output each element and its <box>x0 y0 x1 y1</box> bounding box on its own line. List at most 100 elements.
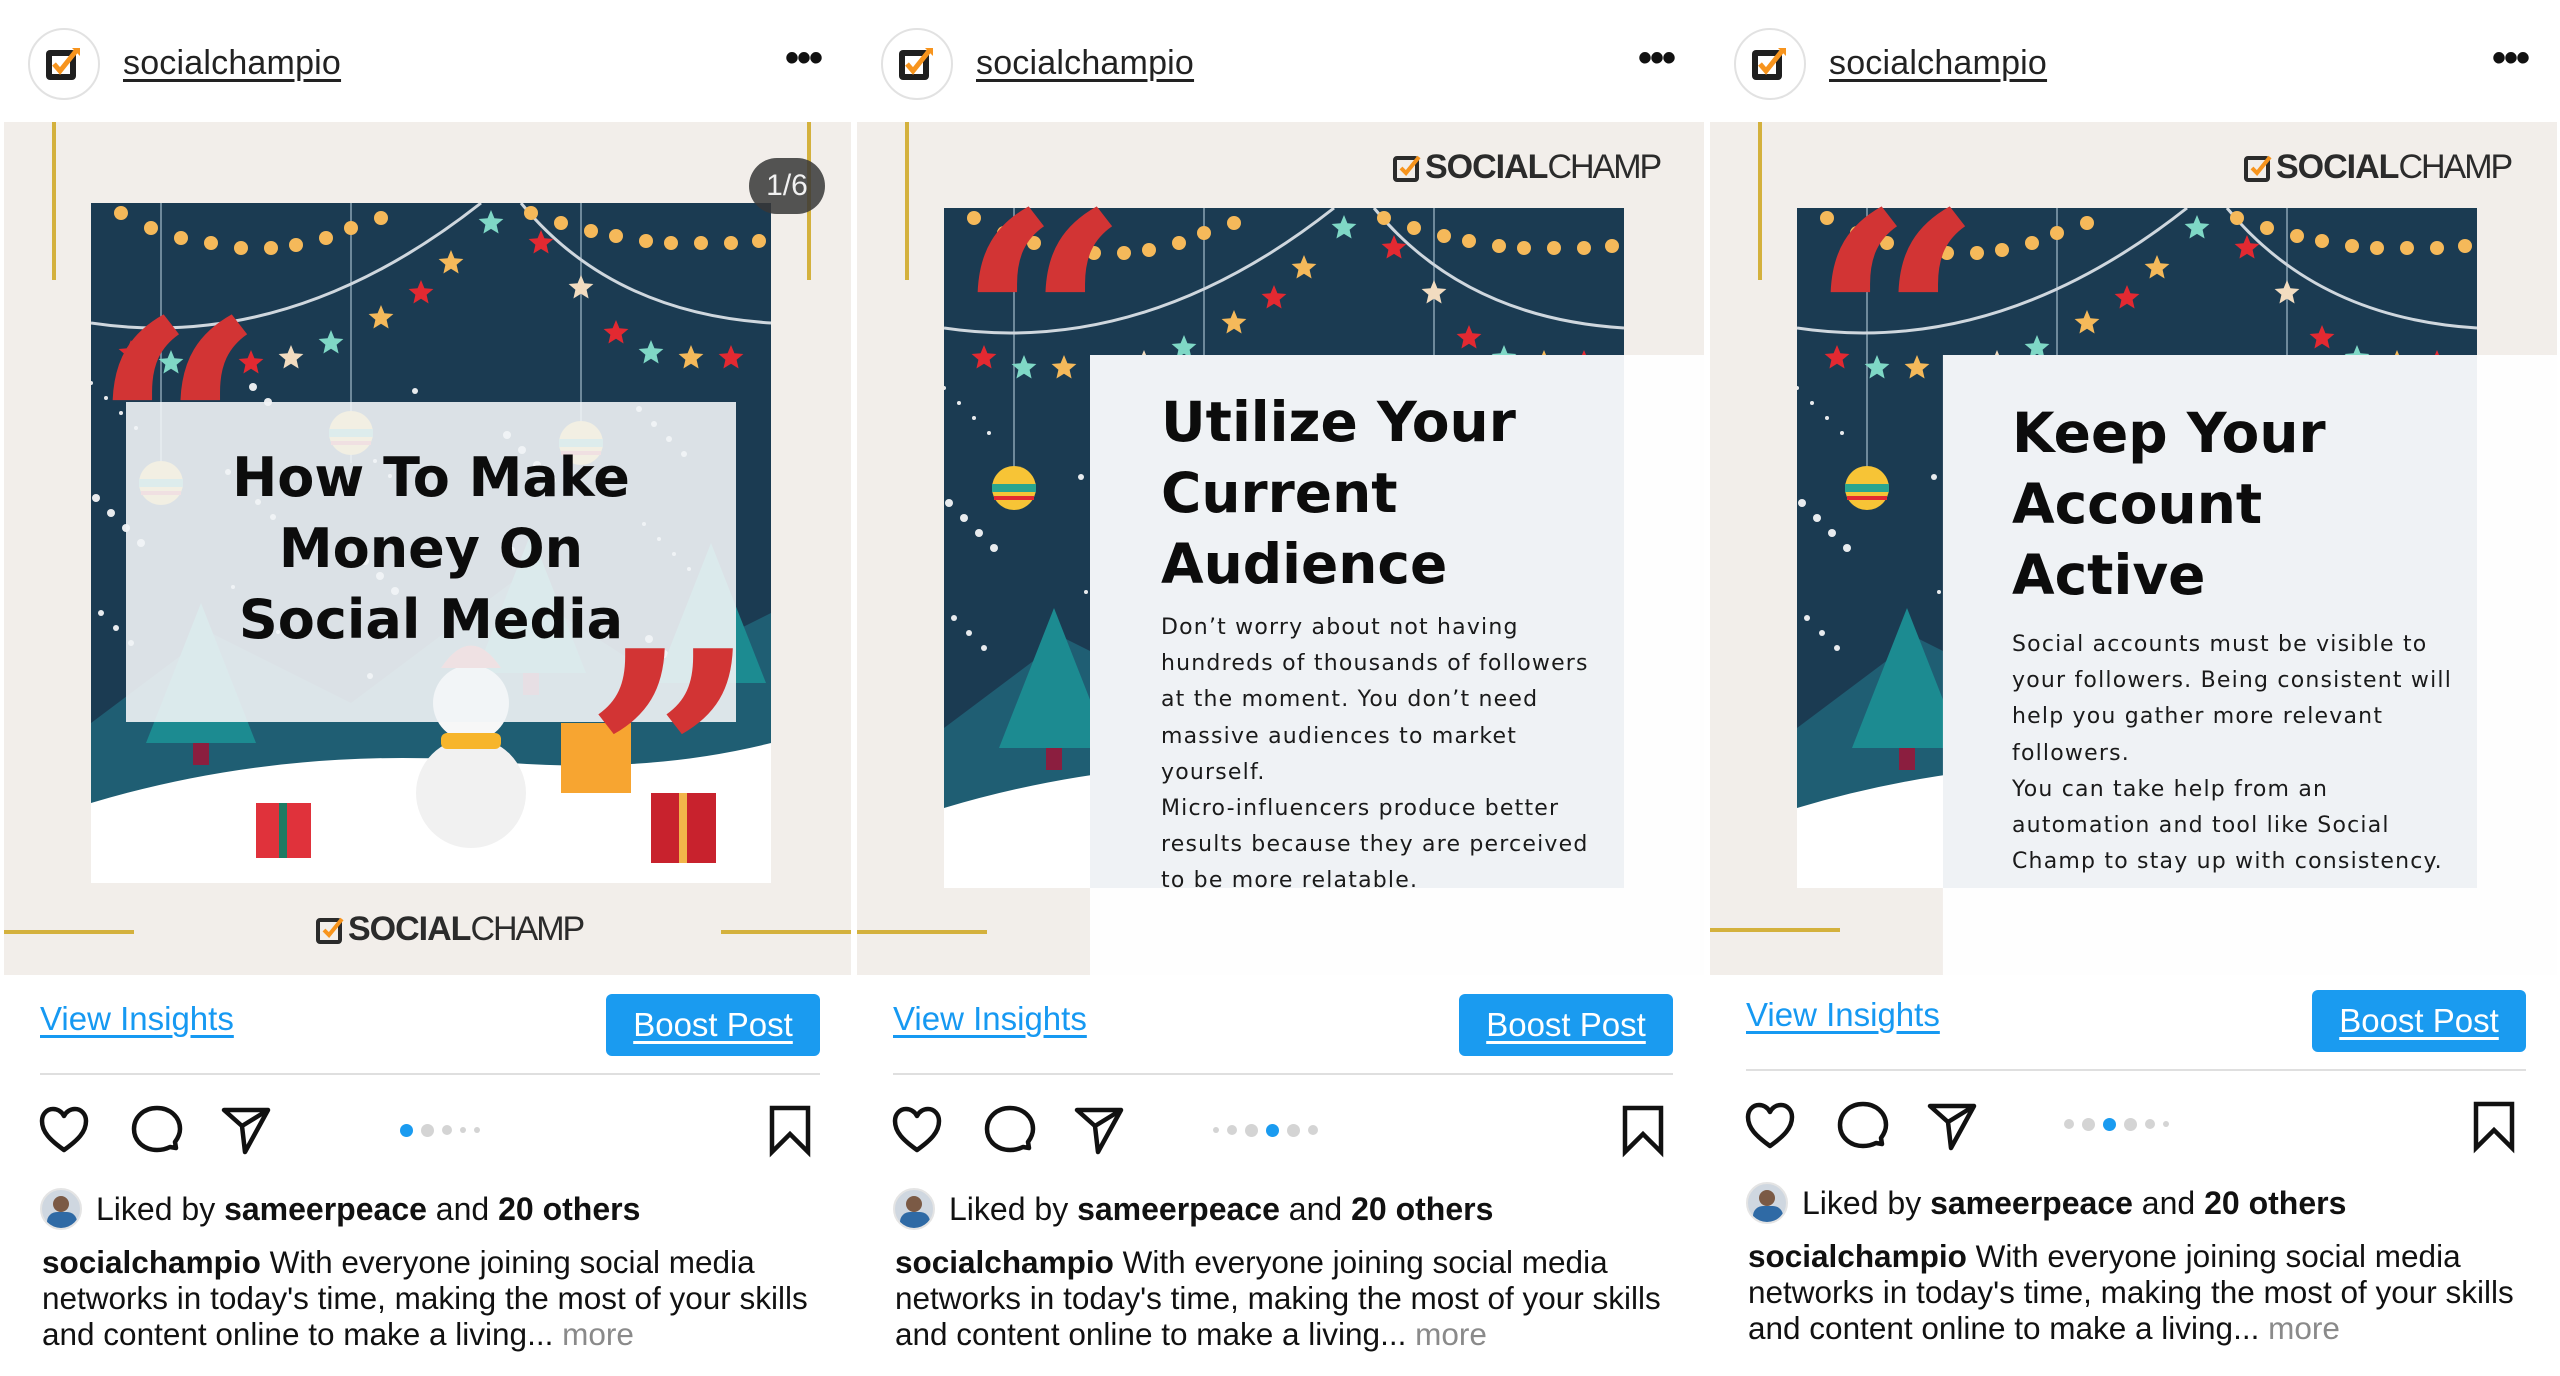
post-header: socialchampio ••• <box>0 6 853 122</box>
gift-ribbon <box>279 803 287 858</box>
liked-and-label: and <box>435 1190 490 1227</box>
socialchamp-brand-logo: SOCIAL CHAMP <box>316 910 585 949</box>
string-light-bulb <box>1492 239 1506 253</box>
liker-username[interactable]: sameerpeace <box>224 1191 427 1228</box>
caption-more-link[interactable]: more <box>562 1316 634 1352</box>
liker-avatar[interactable] <box>1746 1182 1788 1224</box>
gold-accent-line <box>905 122 909 280</box>
string-light-bulb <box>1142 243 1156 257</box>
caption-more-link[interactable]: more <box>1415 1316 1487 1352</box>
view-insights-link[interactable]: View Insights <box>40 1000 234 1038</box>
likes-others-count[interactable]: 20 others <box>498 1191 640 1228</box>
open-quote-mark: “ <box>92 255 265 608</box>
carousel-slide[interactable]: “ Keep Your Account Active Social accoun… <box>1710 122 2557 975</box>
account-avatar[interactable] <box>881 28 953 100</box>
more-options-icon[interactable]: ••• <box>2492 36 2530 81</box>
comment-icon[interactable] <box>1834 1098 1890 1154</box>
snowflake <box>981 645 987 651</box>
heart-icon[interactable] <box>1742 1098 1798 1154</box>
string-light-bulb <box>724 236 738 250</box>
boost-post-button[interactable]: Boost Post <box>2312 990 2526 1052</box>
divider <box>1746 1069 2526 1071</box>
account-avatar[interactable] <box>1734 28 1806 100</box>
gold-accent-line <box>4 930 134 934</box>
caption-author[interactable]: socialchampio <box>1748 1238 1967 1274</box>
view-insights-link[interactable]: View Insights <box>893 1000 1087 1038</box>
string-light-bulb <box>1517 241 1531 255</box>
string-light-bulb <box>694 236 708 250</box>
account-username[interactable]: socialchampio <box>1829 44 2047 83</box>
slide-body-line: to be more relatable. <box>1161 868 1419 894</box>
carousel-dot-active <box>2103 1117 2116 1131</box>
boost-post-button[interactable]: Boost Post <box>1459 994 1673 1056</box>
liker-username[interactable]: sameerpeace <box>1077 1191 1280 1228</box>
open-quote-mark: “ <box>1810 147 1983 500</box>
string-light-bulb <box>1577 241 1591 255</box>
gold-accent-line <box>1758 122 1762 280</box>
slide-body-line: Social accounts must be visible to <box>2012 632 2428 657</box>
likes-others-count[interactable]: 20 others <box>1351 1191 1493 1228</box>
more-options-icon[interactable]: ••• <box>785 36 823 81</box>
comment-icon[interactable] <box>128 1102 184 1158</box>
caption-more-link[interactable]: more <box>2268 1310 2340 1346</box>
string-light-bulb <box>2458 239 2472 253</box>
snowman-body <box>416 738 526 848</box>
share-icon[interactable] <box>1071 1102 1127 1158</box>
more-options-icon[interactable]: ••• <box>1638 36 1676 81</box>
comment-icon[interactable] <box>981 1102 1037 1158</box>
carousel-slide[interactable]: “ Utilize Your Current Audience Don’t wo… <box>857 122 1704 975</box>
snowflake <box>1798 499 1806 507</box>
slide-body: Social accounts must be visible to your f… <box>2012 627 2532 880</box>
string-light-bulb <box>1995 243 2009 257</box>
carousel-slide[interactable]: How To Make Money On Social Media “ ” 1/… <box>4 122 851 975</box>
carousel-dots <box>2064 1116 2169 1132</box>
string-light-bulb <box>2260 221 2274 235</box>
string-light-bulb <box>609 229 623 243</box>
string-light-bulb <box>234 241 248 255</box>
heart-icon[interactable] <box>889 1102 945 1158</box>
socialchamp-brand-logo: SOCIAL CHAMP <box>2244 148 2513 187</box>
caption-author[interactable]: socialchampio <box>895 1244 1114 1280</box>
liker-username[interactable]: sameerpeace <box>1930 1185 2133 1222</box>
string-light-bulb <box>639 234 653 248</box>
account-avatar[interactable] <box>28 28 100 100</box>
share-icon[interactable] <box>1924 1098 1980 1154</box>
likes-others-count[interactable]: 20 others <box>2204 1185 2346 1222</box>
account-username[interactable]: socialchampio <box>976 44 1194 83</box>
brand-light: CHAMP <box>1547 148 1662 186</box>
divider <box>40 1073 820 1075</box>
caption-author[interactable]: socialchampio <box>42 1244 261 1280</box>
account-username[interactable]: socialchampio <box>123 44 341 83</box>
liked-by-label: Liked by <box>949 1190 1069 1227</box>
string-light-bulb <box>204 236 218 250</box>
view-insights-link[interactable]: View Insights <box>1746 996 1940 1034</box>
liker-avatar[interactable] <box>40 1188 82 1230</box>
carousel-dot <box>1308 1125 1318 1135</box>
carousel-dots <box>400 1122 480 1138</box>
string-light-bulb <box>1462 234 1476 248</box>
liked-and-label: and <box>2141 1184 2196 1221</box>
socialchamp-logo-icon <box>46 48 80 80</box>
carousel-dot <box>460 1127 466 1133</box>
bookmark-icon[interactable] <box>1615 1102 1671 1158</box>
string-light-bulb <box>1377 211 1391 225</box>
brand-bold: SOCIAL <box>1425 148 1548 186</box>
liker-avatar[interactable] <box>893 1188 935 1230</box>
string-light-bulb <box>2025 236 2039 250</box>
string-light-bulb <box>554 216 568 230</box>
boost-post-button[interactable]: Boost Post <box>606 994 820 1056</box>
carousel-dot <box>2124 1117 2137 1131</box>
string-light-bulb <box>2290 229 2304 243</box>
snowflake <box>1084 590 1088 594</box>
gold-accent-line <box>857 930 987 934</box>
heart-icon[interactable] <box>36 1102 92 1158</box>
string-light-bulb <box>2315 234 2329 248</box>
brand-bold: SOCIAL <box>2276 148 2399 186</box>
share-icon[interactable] <box>218 1102 274 1158</box>
string-light-bulb <box>2345 239 2359 253</box>
bookmark-icon[interactable] <box>762 1102 818 1158</box>
bookmark-icon[interactable] <box>2466 1098 2522 1154</box>
string-light-bulb <box>1197 226 1211 240</box>
brand-bold: SOCIAL <box>348 910 471 948</box>
string-light-bulb <box>2080 216 2094 230</box>
